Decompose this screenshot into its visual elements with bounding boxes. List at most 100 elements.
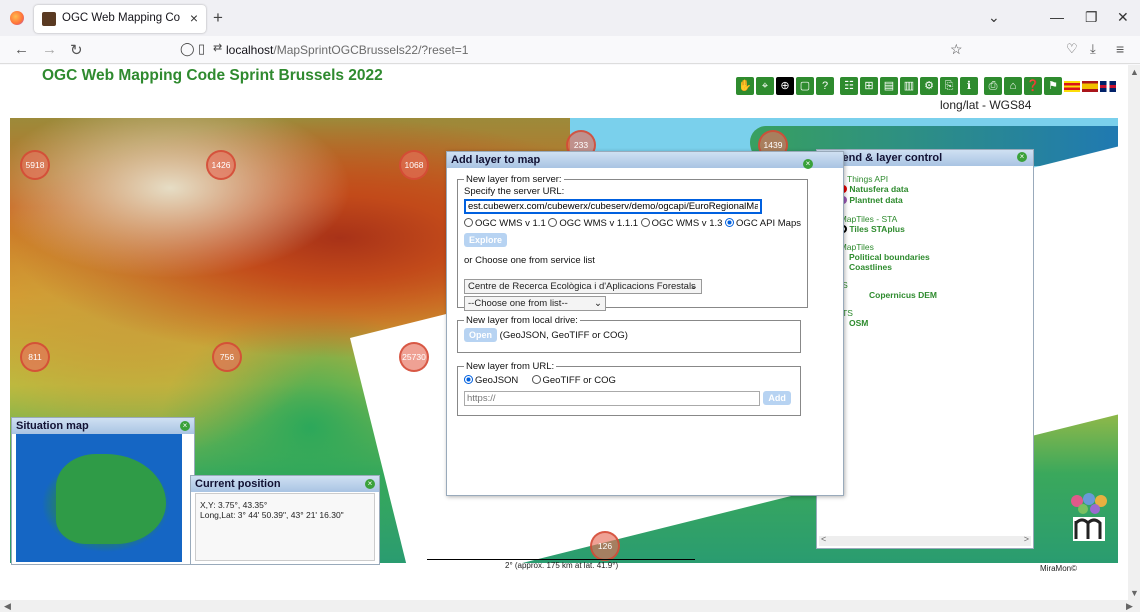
format-geotiff[interactable]: GeoTIFF or COG <box>531 375 616 386</box>
layer-url-input[interactable] <box>464 391 760 406</box>
map-cluster[interactable]: 25730 <box>399 342 429 372</box>
home-icon[interactable]: ⌂ <box>1004 77 1022 95</box>
xy-coords: X,Y: 3.75°, 43.35° <box>200 500 268 510</box>
add-layer-icon[interactable]: ⊞ <box>860 77 878 95</box>
pocket-icon[interactable]: ♡ <box>1066 41 1078 57</box>
flag-catalan-icon[interactable] <box>1064 81 1080 92</box>
reload-icon[interactable]: ↻ <box>70 41 83 59</box>
bookmark-star-icon[interactable]: ☆ <box>950 41 963 58</box>
service-list-select[interactable]: --Choose one from list-- ⌄ <box>464 296 606 311</box>
map-cluster[interactable]: 5918 <box>20 150 50 180</box>
service-select[interactable]: Centre de Recerca Ecològica i d'Aplicaci… <box>464 279 702 294</box>
page-hscrollbar[interactable]: ◀ ▶ <box>0 600 1140 612</box>
print-map-icon[interactable]: ⎙ <box>984 77 1002 95</box>
protocol-ogc-api-maps[interactable]: OGC API Maps <box>725 218 801 229</box>
server-fieldset: New layer from server: Specify the serve… <box>457 174 808 311</box>
map-cluster[interactable]: 1426 <box>206 150 236 180</box>
minimize-icon[interactable]: — <box>1050 9 1064 25</box>
browser-navbar: ← → ↻ ◯ ▯ ⇄ localhost/MapSprintOGCBrusse… <box>0 36 1140 64</box>
scroll-up-icon[interactable]: ▲ <box>1130 67 1139 77</box>
scroll-down-icon[interactable]: ▼ <box>1130 588 1139 598</box>
shield-icon[interactable]: ◯ <box>180 41 195 57</box>
explore-button[interactable]: Explore <box>464 233 508 247</box>
legend-item[interactable]: Coastlines <box>849 262 892 272</box>
browser-tab[interactable]: OGC Web Mapping Code Sprint × <box>34 5 206 33</box>
flag-spanish-icon[interactable] <box>1082 81 1098 92</box>
flag-english-icon[interactable] <box>1100 81 1116 92</box>
legend-close-icon[interactable]: × <box>1017 152 1027 162</box>
help-icon[interactable]: ❓ <box>1024 77 1042 95</box>
add-button[interactable]: Add <box>763 391 791 405</box>
permissions-icon[interactable]: ⇄ <box>213 41 222 54</box>
radio-icon <box>640 218 650 227</box>
protocol-label: OGC WMS v 1.1.1 <box>559 218 639 229</box>
about-icon[interactable]: ⚑ <box>1044 77 1062 95</box>
protocol-label: OGC WMS v 1.1 <box>475 218 546 229</box>
protocol-wms-11[interactable]: OGC WMS v 1.1 <box>464 218 546 229</box>
scroll-left-icon[interactable]: < <box>821 534 826 544</box>
layers-icon[interactable]: ☷ <box>840 77 858 95</box>
print-icon[interactable]: ▤ <box>880 77 898 95</box>
restore-icon[interactable]: ❐ <box>1085 9 1098 26</box>
legend-item[interactable]: Natusfera data <box>839 184 908 194</box>
back-icon[interactable]: ← <box>14 41 29 58</box>
local-fieldset: New layer from local drive: Open (GeoJSO… <box>457 315 801 353</box>
browser-tabbar: OGC Web Mapping Code Sprint × + ⌄ — ❐ ✕ <box>0 0 1140 36</box>
miramon-logo[interactable] <box>1068 493 1110 543</box>
open-button[interactable]: Open <box>464 328 498 342</box>
legend-panel: Legend & layer control × Things API Natu… <box>816 149 1034 549</box>
map-cluster[interactable]: 756 <box>212 342 242 372</box>
situation-map-panel: Situation map × <box>11 417 195 565</box>
map-toolbar: ✋ ⌖ ⊕ ▢ ? ☷ ⊞ ▤ ▥ ⚙ ⎘ ℹ ⎙ ⌂ ❓ ⚑ <box>736 77 1116 95</box>
legend-item[interactable]: Plantnet data <box>839 195 903 205</box>
zoom-in-icon[interactable]: ⊕ <box>776 77 794 95</box>
scroll-right-icon[interactable]: > <box>1024 534 1029 544</box>
save-icon[interactable]: ▥ <box>900 77 918 95</box>
url-text[interactable]: localhost/MapSprintOGCBrussels22/?reset=… <box>226 43 468 57</box>
link-icon[interactable]: ⎘ <box>940 77 958 95</box>
legend-item[interactable]: Tiles STAplus <box>839 224 905 234</box>
current-position-panel: Current position × X,Y: 3.75°, 43.35° Lo… <box>190 475 380 565</box>
zoom-extent-icon[interactable]: ⌖ <box>756 77 774 95</box>
situation-close-icon[interactable]: × <box>180 421 190 431</box>
format-geojson[interactable]: GeoJSON <box>464 375 518 386</box>
info-icon[interactable]: ℹ <box>960 77 978 95</box>
scroll-left-icon[interactable]: ◀ <box>4 601 11 612</box>
settings-icon[interactable]: ⚙ <box>920 77 938 95</box>
current-position-close-icon[interactable]: × <box>365 479 375 489</box>
radio-icon <box>548 218 558 227</box>
longlat-coords: Long,Lat: 3° 44' 50.39", 43° 21' 16.30" <box>200 510 344 520</box>
situation-map[interactable] <box>16 434 182 562</box>
legend-hscrollbar[interactable]: < > <box>819 534 1031 546</box>
protocol-options: OGC WMS v 1.1 OGC WMS v 1.1.1 OGC WMS v … <box>464 218 801 229</box>
pan-tool-icon[interactable]: ✋ <box>736 77 754 95</box>
scroll-right-icon[interactable]: ▶ <box>1126 601 1133 612</box>
tab-close-icon[interactable]: × <box>190 10 198 26</box>
legend-item[interactable]: OSM <box>849 318 868 328</box>
map-cluster[interactable]: 811 <box>20 342 50 372</box>
firefox-icon[interactable] <box>10 11 24 25</box>
protocol-wms-111[interactable]: OGC WMS v 1.1.1 <box>548 218 638 229</box>
url-bar[interactable]: ◯ ▯ ⇄ localhost/MapSprintOGCBrussels22/?… <box>180 38 980 62</box>
legend-item[interactable]: Copernicus DEM <box>869 290 937 300</box>
new-tab-icon[interactable]: + <box>213 8 223 28</box>
zoom-window-icon[interactable]: ▢ <box>796 77 814 95</box>
downloads-icon[interactable]: ⤓ <box>1090 41 1096 57</box>
protocol-wms-13[interactable]: OGC WMS v 1.3 <box>640 218 722 229</box>
window-close-icon[interactable]: ✕ <box>1117 9 1129 26</box>
crs-label: long/lat - WGS84 <box>940 98 1032 112</box>
query-icon[interactable]: ? <box>816 77 834 95</box>
tab-list-chevron-icon[interactable]: ⌄ <box>988 9 1000 26</box>
server-url-input[interactable] <box>464 199 762 214</box>
map-cluster[interactable]: 1068 <box>399 150 429 180</box>
scale-text: 2° (approx. 175 km at lat. 41.9°) <box>505 561 619 570</box>
scale-bar <box>427 559 695 560</box>
dialog-close-icon[interactable]: × <box>803 159 813 169</box>
menu-icon[interactable]: ≡ <box>1116 41 1124 57</box>
forward-icon[interactable]: → <box>42 41 57 58</box>
map-cluster[interactable]: 126 <box>590 531 620 561</box>
legend-item[interactable]: Political boundaries <box>849 252 930 262</box>
legend-item-label: Plantnet data <box>849 195 903 205</box>
page-vscrollbar[interactable]: ▲ ▼ <box>1128 65 1140 600</box>
page-icon[interactable]: ▯ <box>198 41 205 57</box>
